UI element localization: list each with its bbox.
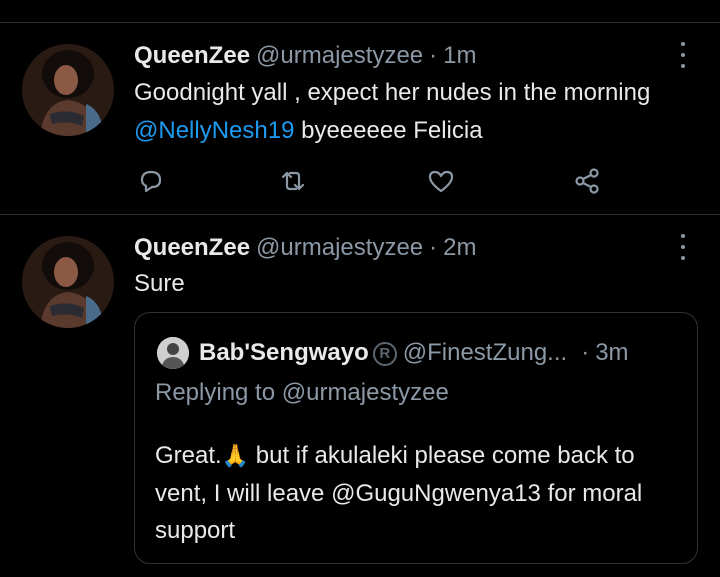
quoted-separator: ·: [581, 339, 590, 366]
quoted-header: Bab'Sengwayo R @FinestZung... · 3m: [199, 339, 629, 367]
registered-badge-icon: R: [372, 342, 397, 366]
quoted-avatar[interactable]: [157, 337, 189, 369]
avatar[interactable]: [22, 44, 114, 136]
quoted-timestamp[interactable]: 3m: [595, 339, 628, 366]
quoted-text: Great.🙏 but if akulaleki please come bac…: [155, 437, 675, 549]
handle[interactable]: @urmajestyzee: [256, 234, 423, 261]
share-icon[interactable]: [572, 166, 602, 196]
tweet-text: Sure: [134, 270, 185, 297]
tweet-divider: [0, 214, 720, 215]
more-options-icon[interactable]: [678, 42, 688, 68]
tweet-header: QueenZee @urmajestyzee · 2m: [134, 234, 476, 262]
top-divider: [0, 22, 720, 23]
replying-to[interactable]: Replying to @urmajestyzee: [155, 379, 449, 407]
display-name[interactable]: QueenZee: [134, 42, 250, 69]
tweet-text-body: Goodnight yall , expect her nudes in the…: [134, 79, 651, 106]
tweet-text: Goodnight yall , expect her nudes in the…: [134, 74, 694, 150]
reply-icon[interactable]: [136, 166, 166, 196]
timestamp[interactable]: 2m: [443, 234, 476, 261]
retweet-icon[interactable]: [278, 166, 308, 196]
tweet-header: QueenZee @urmajestyzee · 1m: [134, 42, 476, 70]
handle[interactable]: @urmajestyzee: [256, 42, 423, 69]
mention-link[interactable]: @NellyNesh19: [134, 117, 294, 144]
timestamp[interactable]: 1m: [443, 42, 476, 69]
praying-hands-icon: 🙏: [221, 444, 250, 469]
tweet-text-tail: byeeeeee Felicia: [294, 117, 483, 144]
more-options-icon[interactable]: [678, 234, 688, 260]
quoted-tweet[interactable]: Bab'Sengwayo R @FinestZung... · 3m Replying …: [134, 312, 698, 564]
quoted-handle[interactable]: @FinestZung...: [403, 339, 567, 366]
quoted-text-start: Great.: [155, 442, 222, 469]
display-name[interactable]: QueenZee: [134, 234, 250, 261]
like-icon[interactable]: [426, 166, 456, 196]
separator: ·: [429, 42, 438, 69]
avatar[interactable]: [22, 236, 114, 328]
separator: ·: [429, 234, 438, 261]
quoted-display-name[interactable]: Bab'Sengwayo: [199, 339, 369, 366]
